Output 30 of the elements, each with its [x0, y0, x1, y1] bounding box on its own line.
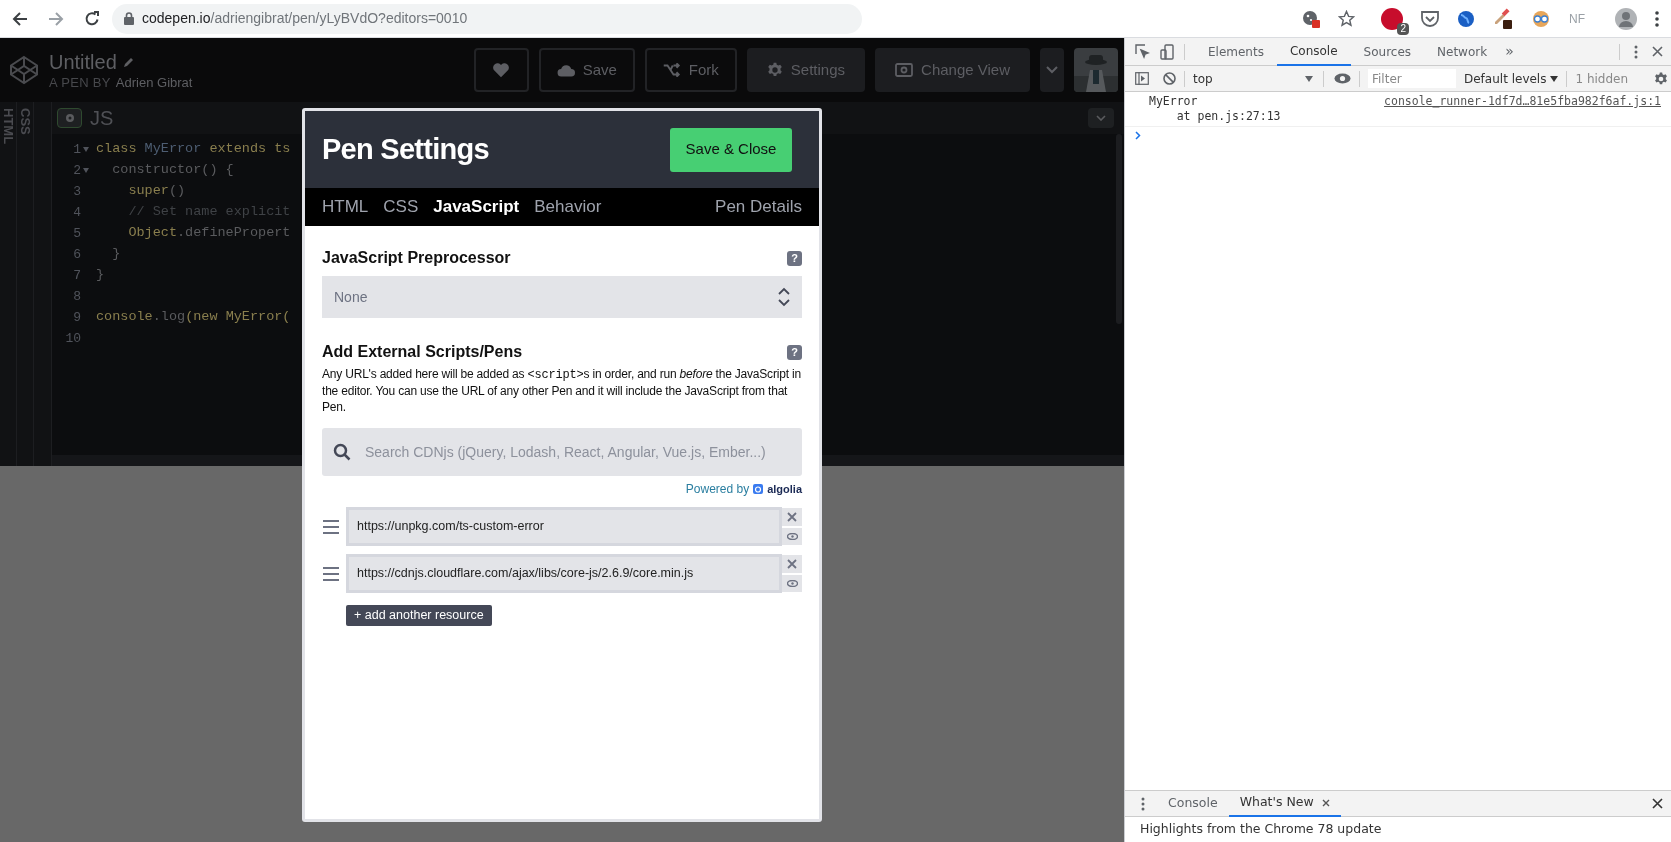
line-number: 8 — [73, 287, 81, 306]
line-number: 3 — [73, 182, 81, 201]
section-description: Any URL's added here will be added as <script>s in order, and run before the JavaScript in the editor. You can use the URL of any other Pen and it will include the JavaScript from that Pen. — [322, 366, 802, 415]
section-heading: JavaScript Preprocessor — [322, 248, 511, 268]
line-number: 5 — [73, 224, 81, 243]
line-number: 2 — [73, 161, 81, 180]
section-heading: Add External Scripts/Pens — [322, 342, 523, 362]
line-number: 4 — [73, 203, 81, 222]
adblock-badge: 2 — [1397, 22, 1409, 35]
line-number: 7 — [73, 266, 81, 285]
code-line: super() — [127, 182, 186, 201]
code-line: Object.definePropert — [127, 224, 291, 243]
hidden-count: 1 hidden — [1575, 70, 1629, 88]
code-line: console.log(new MyError( — [96, 308, 291, 327]
editor-title: JS — [90, 106, 114, 131]
line-number: 9 — [73, 308, 81, 327]
code-line: } — [96, 266, 105, 285]
whats-new-text: Highlights from the Chrome 78 update — [1140, 820, 1382, 839]
code-line: } — [111, 245, 121, 264]
code-line: class MyError extends ts — [96, 140, 291, 159]
url-text: codepen.io/adriengibrat/pen/yLyBVdO?editors=0010 — [142, 9, 468, 28]
code-line: constructor() { — [111, 161, 234, 180]
line-number: 1 — [73, 140, 81, 159]
byline-label: A PEN BY — [49, 75, 111, 89]
line-number: 6 — [73, 245, 81, 264]
stack-trace: at pen.js:27:13 — [1175, 109, 1281, 124]
dialog-title: Pen Settings — [322, 131, 489, 167]
powered-by-text: Powered by — [685, 481, 750, 498]
console-message: MyError — [1149, 94, 1199, 109]
line-number: 10 — [65, 329, 81, 348]
